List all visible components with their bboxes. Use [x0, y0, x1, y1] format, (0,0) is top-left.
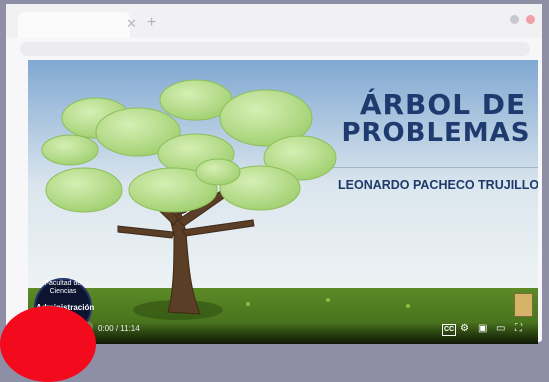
address-bar[interactable]	[20, 42, 530, 56]
presenter-thumbnail	[514, 293, 533, 317]
video-player[interactable]: ÁRBOL DE PROBLEMAS LEONARDO PACHECO TRUJ…	[28, 60, 538, 344]
fullscreen-icon[interactable]: ⛶	[515, 324, 522, 334]
tree-canopy	[41, 79, 337, 213]
miniplayer-icon[interactable]: ▣	[478, 324, 487, 334]
title-divider	[333, 167, 538, 168]
time-display: 0:00 / 11:14	[98, 324, 140, 333]
time-separator: /	[115, 324, 119, 333]
channel-logo-small-text: Facultad de Ciencias	[44, 280, 82, 295]
theater-mode-icon[interactable]: ▭	[496, 324, 505, 334]
new-tab-icon[interactable]: +	[147, 14, 156, 32]
minimize-window-icon[interactable]	[510, 15, 519, 24]
close-window-icon[interactable]	[526, 15, 535, 24]
slide-title-line1: ÁRBOL DE	[359, 88, 527, 121]
time-total: 11:14	[120, 324, 140, 333]
settings-icon[interactable]: ⚙	[460, 324, 469, 334]
red-circle-overlay	[0, 306, 96, 382]
time-current: 0:00	[98, 324, 114, 333]
slide-author: LEONARDO PACHECO TRUJILLO	[338, 178, 538, 192]
browser-tab[interactable]	[18, 12, 130, 38]
tab-close-icon[interactable]: ✕	[126, 16, 137, 32]
subtitles-icon[interactable]: CC	[442, 324, 457, 336]
slide-title-line2: PROBLEMAS	[341, 118, 531, 148]
tab-strip: ✕ +	[6, 4, 542, 38]
